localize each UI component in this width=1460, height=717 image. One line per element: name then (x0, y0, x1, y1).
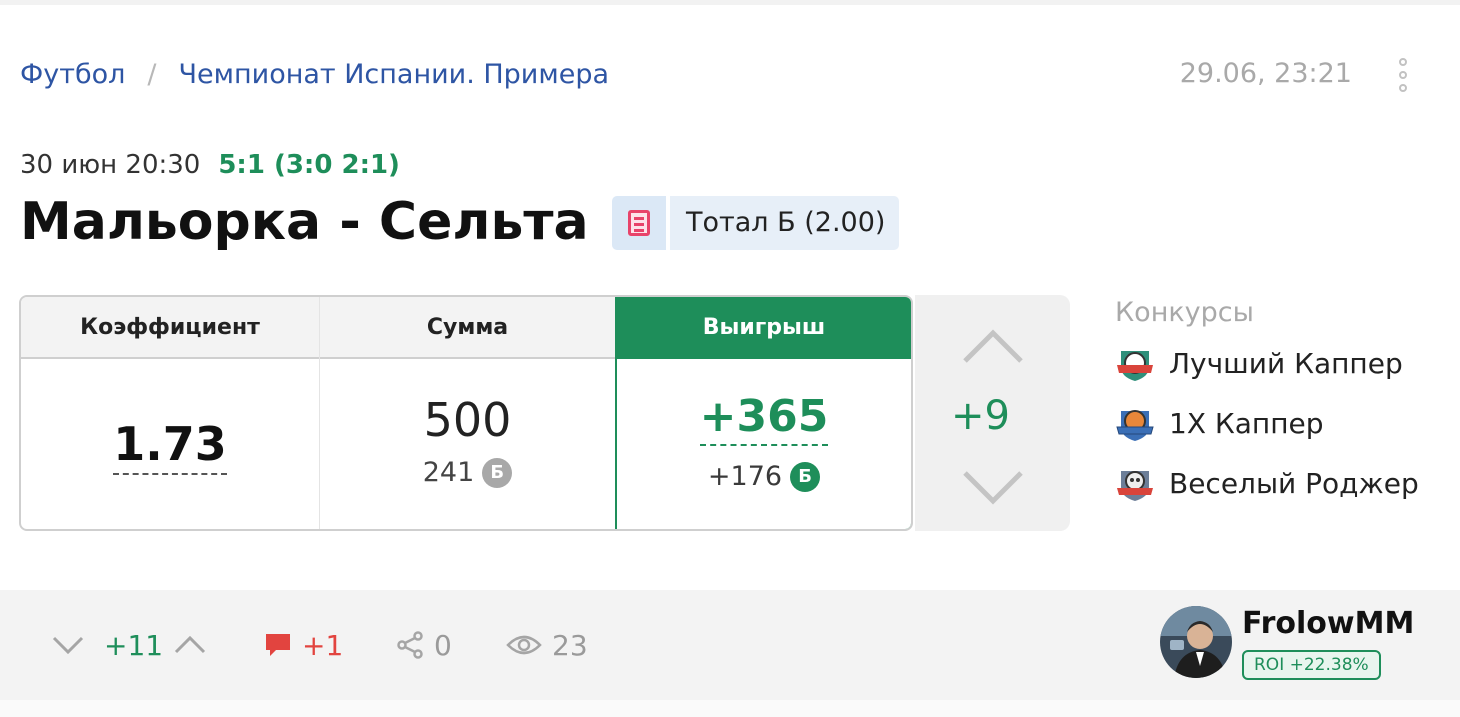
rating-value: +9 (951, 393, 1010, 439)
comments-button[interactable]: +1 (264, 590, 343, 700)
vote-count: +11 (104, 628, 164, 662)
ball-badge-icon (1117, 351, 1153, 381)
skull-badge-icon (1117, 471, 1153, 501)
document-icon (612, 196, 666, 250)
bonus-icon: Б (482, 457, 513, 488)
breadcrumb-league[interactable]: Чемпионат Испании. Примера (179, 59, 610, 90)
match-score: 5:1 (3:0 2:1) (218, 150, 400, 180)
stake-value: 500 (423, 393, 512, 447)
contests-panel: Конкурсы Лучший Каппер 1X Каппер Веселый… (1115, 293, 1419, 513)
avatar[interactable] (1160, 606, 1232, 678)
contest-item[interactable]: 1X Каппер (1115, 393, 1419, 453)
breadcrumb: Футбол / Чемпионат Испании. Примера (20, 56, 609, 92)
stake-header: Сумма (426, 315, 509, 340)
odds-value[interactable]: 1.73 (113, 417, 227, 475)
breadcrumb-separator: / (147, 58, 157, 90)
chevron-up-icon[interactable] (963, 329, 1023, 363)
username[interactable]: FrolowMM (1242, 606, 1414, 641)
vote-up-icon[interactable] (174, 590, 206, 700)
basketball-badge-icon (1116, 410, 1154, 441)
views-count: 23 (552, 628, 588, 662)
share-icon (397, 631, 423, 659)
contest-item[interactable]: Веселый Роджер (1115, 453, 1419, 513)
bet-type-chip: Тотал Б (2.00) (612, 196, 900, 250)
stake-column: Сумма 500 241 Б (319, 297, 615, 529)
more-menu-icon[interactable] (1396, 58, 1410, 92)
contests-title: Конкурсы (1115, 297, 1254, 328)
win-value[interactable]: +365 (699, 391, 829, 446)
match-title[interactable]: Мальорка - Сельта (20, 190, 589, 254)
bet-table: Коэффициент 1.73 Сумма 500 241 Б Выигрыш… (19, 295, 913, 531)
chevron-down-icon[interactable] (963, 471, 1023, 505)
win-bonus-value: +176 (707, 461, 783, 492)
comments-count: +1 (302, 628, 344, 662)
post-date: 29.06, 23:21 (1179, 58, 1352, 89)
contest-item[interactable]: Лучший Каппер (1115, 333, 1419, 393)
post-footer: +11 +1 0 23 (0, 590, 1460, 700)
contest-label: Веселый Роджер (1169, 466, 1419, 500)
breadcrumb-sport[interactable]: Футбол (20, 59, 125, 90)
win-column: Выигрыш +365 +176 Б (615, 297, 911, 529)
match-meta: 30 июн 20:30 5:1 (3:0 2:1) (20, 148, 400, 182)
roi-badge: ROI +22.38% (1242, 650, 1381, 680)
shares-count: 0 (434, 628, 452, 662)
top-divider (0, 0, 1460, 5)
match-datetime: 30 июн 20:30 (20, 150, 201, 180)
bottom-divider (0, 700, 1460, 717)
contest-label: 1X Каппер (1169, 406, 1324, 440)
bet-type-label: Тотал Б (2.00) (670, 196, 900, 250)
odds-column: Коэффициент 1.73 (21, 297, 319, 529)
views-counter: 23 (506, 590, 588, 700)
win-header: Выигрыш (617, 297, 911, 359)
contest-label: Лучший Каппер (1169, 346, 1403, 380)
bonus-icon: Б (790, 461, 821, 492)
comment-icon (266, 634, 290, 656)
odds-header: Коэффициент (80, 315, 260, 340)
rating-panel: +9 (915, 295, 1070, 531)
share-button[interactable]: 0 (396, 590, 452, 700)
eye-icon (506, 635, 542, 655)
vote-down-icon[interactable] (52, 590, 84, 700)
stake-bonus-value: 241 (422, 457, 475, 488)
